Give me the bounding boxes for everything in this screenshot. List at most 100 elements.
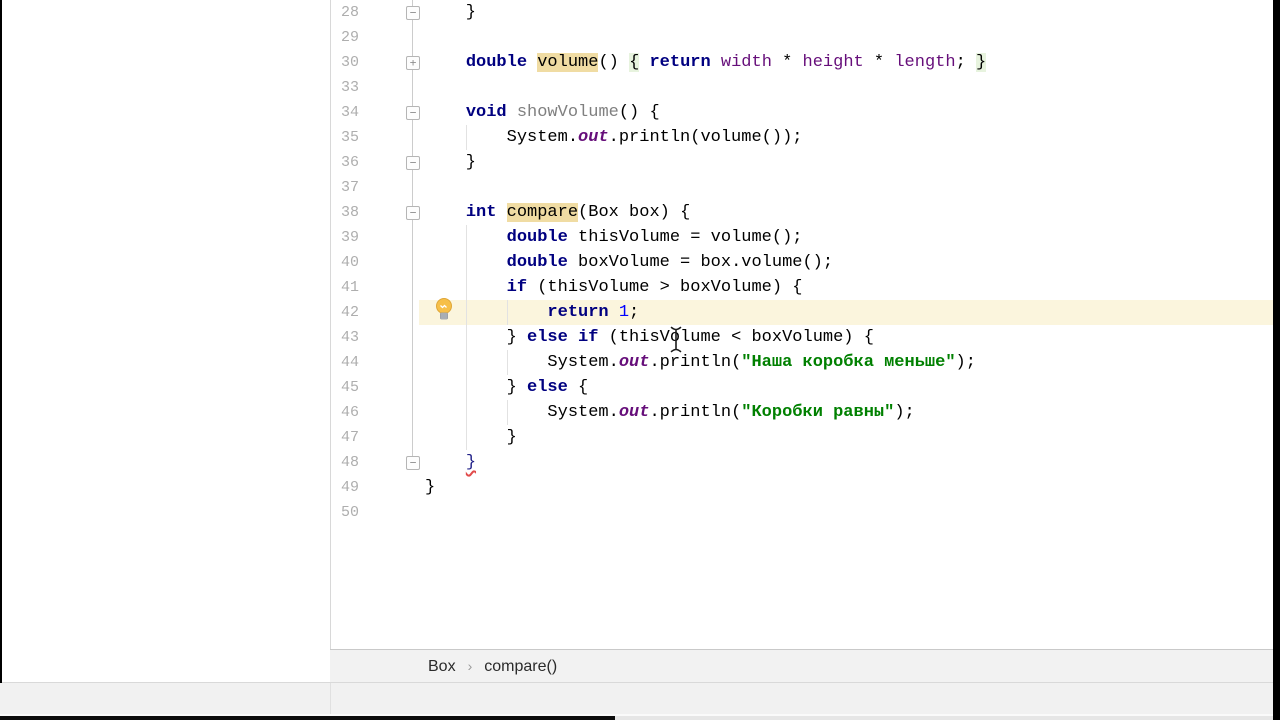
intention-bulb-icon[interactable] bbox=[434, 297, 454, 321]
line-number[interactable]: 30 bbox=[331, 50, 359, 75]
code-token: double bbox=[506, 228, 568, 247]
line-number[interactable]: 43 bbox=[331, 325, 359, 350]
breadcrumb-item[interactable]: Box bbox=[428, 651, 456, 683]
code-line[interactable]: } bbox=[425, 150, 476, 175]
code-line[interactable]: int compare(Box box) { bbox=[425, 200, 690, 225]
code-line[interactable]: double thisVolume = volume(); bbox=[425, 225, 803, 250]
fold-minus-icon[interactable]: − bbox=[406, 456, 420, 470]
code-line[interactable]: void showVolume() { bbox=[425, 100, 660, 125]
line-number[interactable]: 42 bbox=[331, 300, 359, 325]
code-line[interactable]: return 1; bbox=[425, 300, 639, 325]
line-number[interactable]: 48 bbox=[331, 450, 359, 475]
window-left-edge bbox=[0, 0, 2, 683]
line-number[interactable]: 38 bbox=[331, 200, 359, 225]
right-letterbox bbox=[1273, 0, 1280, 720]
line-number[interactable]: 36 bbox=[331, 150, 359, 175]
code-token: } bbox=[425, 328, 528, 347]
code-token: System. bbox=[425, 128, 579, 147]
code-line[interactable]: System.out.println("Коробки равны"); bbox=[425, 400, 915, 425]
code-token: width bbox=[720, 53, 772, 72]
line-number[interactable]: 34 bbox=[331, 100, 359, 125]
line-number[interactable]: 44 bbox=[331, 350, 359, 375]
line-number[interactable]: 47 bbox=[331, 425, 359, 450]
code-token: double bbox=[506, 253, 568, 272]
fold-minus-icon[interactable]: − bbox=[406, 106, 420, 120]
code-editor[interactable]: 28 − } 29 30 + double volume() { return widt… bbox=[330, 0, 1273, 649]
fold-minus-icon[interactable]: − bbox=[406, 6, 420, 20]
code-line[interactable]: } bbox=[425, 425, 517, 450]
line-number[interactable]: 49 bbox=[331, 475, 359, 500]
code-line[interactable]: System.out.println(volume()); bbox=[425, 125, 803, 150]
line-number[interactable]: 46 bbox=[331, 400, 359, 425]
code-token: { bbox=[629, 53, 640, 72]
code-token: } bbox=[465, 453, 477, 472]
code-token: length bbox=[894, 53, 956, 72]
code-token: ; bbox=[629, 303, 640, 322]
line-number[interactable]: 33 bbox=[331, 75, 359, 100]
code-token: () { bbox=[618, 103, 660, 122]
code-token: else bbox=[527, 328, 568, 347]
code-token: ); bbox=[955, 353, 976, 372]
code-token: { bbox=[567, 378, 589, 397]
code-token: (thisVolume > boxVolume) { bbox=[527, 278, 803, 297]
line-number[interactable]: 50 bbox=[331, 500, 359, 525]
code-token: System. bbox=[425, 353, 619, 372]
code-line[interactable]: } else { bbox=[425, 375, 589, 400]
code-line[interactable]: } bbox=[425, 450, 476, 475]
code-line[interactable]: } bbox=[425, 0, 476, 25]
line-number[interactable]: 28 bbox=[331, 0, 359, 25]
code-token: ); bbox=[894, 403, 915, 422]
breadcrumb-item[interactable]: compare() bbox=[484, 651, 557, 683]
code-token: "Коробки равны" bbox=[741, 403, 895, 422]
screen: 28 − } 29 30 + double volume() { return widt… bbox=[0, 0, 1280, 720]
breadcrumb: Box › compare() bbox=[428, 650, 557, 682]
code-token: (thisVolume < boxVolume) { bbox=[598, 328, 874, 347]
code-token: volume bbox=[537, 53, 599, 72]
code-line[interactable]: } else if (thisVolume < boxVolume) { bbox=[425, 325, 874, 350]
code-token: * bbox=[771, 53, 803, 72]
code-token: out bbox=[618, 403, 650, 422]
code-token: showVolume bbox=[516, 103, 619, 122]
code-token: } bbox=[425, 153, 477, 172]
code-token: System. bbox=[425, 403, 619, 422]
code-token: if bbox=[506, 278, 528, 297]
code-token: thisVolume = volume(); bbox=[567, 228, 803, 247]
code-token: } bbox=[425, 3, 477, 22]
code-token: () bbox=[598, 53, 630, 72]
line-number[interactable]: 29 bbox=[331, 25, 359, 50]
line-number[interactable]: 35 bbox=[331, 125, 359, 150]
code-line[interactable]: double volume() { return width * height … bbox=[425, 50, 987, 75]
line-number[interactable]: 41 bbox=[331, 275, 359, 300]
code-token: if bbox=[578, 328, 599, 347]
code-token: } bbox=[425, 378, 528, 397]
fold-minus-icon[interactable]: − bbox=[406, 156, 420, 170]
bottom-strip-right bbox=[615, 716, 1280, 720]
code-token: (Box box) { bbox=[578, 203, 691, 222]
code-token: } bbox=[425, 428, 517, 447]
code-token: out bbox=[618, 353, 650, 372]
line-number[interactable]: 39 bbox=[331, 225, 359, 250]
code-token: "Наша коробка меньше" bbox=[741, 353, 956, 372]
code-line[interactable]: } bbox=[425, 475, 435, 500]
line-number[interactable]: 37 bbox=[331, 175, 359, 200]
code-line[interactable]: System.out.println("Наша коробка меньше"… bbox=[425, 350, 976, 375]
line-number[interactable]: 45 bbox=[331, 375, 359, 400]
code-token: .println( bbox=[649, 403, 742, 422]
line-number[interactable]: 40 bbox=[331, 250, 359, 275]
fold-minus-icon[interactable]: − bbox=[406, 206, 420, 220]
code-line[interactable]: double boxVolume = box.volume(); bbox=[425, 250, 833, 275]
code-line[interactable]: if (thisVolume > boxVolume) { bbox=[425, 275, 803, 300]
code-token: .println( bbox=[649, 353, 742, 372]
code-token: .println(volume()); bbox=[608, 128, 803, 147]
fold-plus-icon[interactable]: + bbox=[406, 56, 420, 70]
